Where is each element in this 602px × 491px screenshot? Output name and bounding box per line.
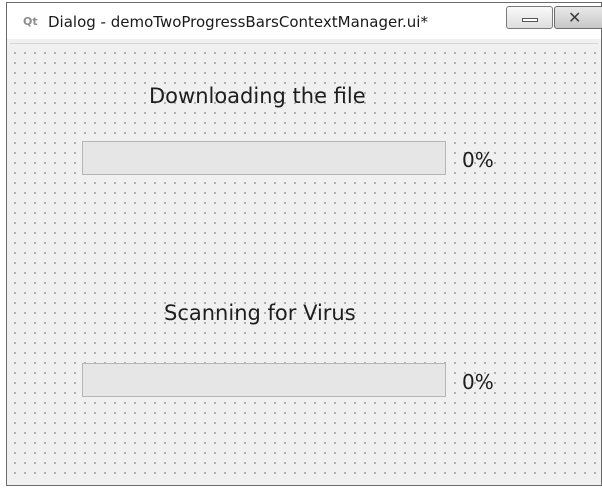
minimize-icon (522, 18, 538, 22)
form-canvas: Downloading the file 0% Scanning for Vir… (10, 43, 598, 481)
scan-progress-bar (82, 363, 446, 397)
download-progress-text: 0% (462, 148, 494, 172)
window-title: Dialog - demoTwoProgressBarsContextManag… (48, 13, 428, 31)
download-progress-bar (82, 141, 446, 175)
close-button[interactable]: ✕ (554, 6, 602, 29)
scan-label: Scanning for Virus (164, 301, 356, 325)
minimize-button[interactable] (506, 6, 553, 29)
scan-progress-text: 0% (462, 370, 494, 394)
dialog-window: Qt Dialog - demoTwoProgressBarsContextMa… (6, 2, 602, 486)
title-bar[interactable]: Qt Dialog - demoTwoProgressBarsContextMa… (7, 3, 602, 39)
qt-app-icon: Qt (23, 15, 38, 28)
close-icon: ✕ (568, 8, 582, 27)
download-label: Downloading the file (149, 84, 366, 108)
